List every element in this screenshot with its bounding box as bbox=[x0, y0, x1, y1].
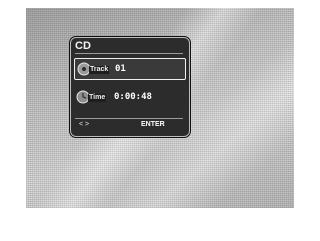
time-label: Time bbox=[88, 94, 107, 102]
menu-footer: < > ENTER bbox=[75, 118, 183, 131]
track-value: 01 bbox=[115, 64, 126, 74]
cd-search-menu: CD Track 01 Time 0:00:48 < > ENTER bbox=[70, 37, 190, 137]
time-value: 0:00:48 bbox=[114, 92, 152, 102]
time-row[interactable]: Time 0:00:48 bbox=[74, 87, 184, 107]
tv-screen: CD Track 01 Time 0:00:48 < > ENTER bbox=[26, 8, 294, 208]
enter-hint[interactable]: ENTER bbox=[141, 120, 165, 130]
left-right-arrows: < > bbox=[79, 121, 90, 128]
track-label: Track bbox=[89, 66, 110, 74]
track-row[interactable]: Track 01 bbox=[74, 58, 186, 80]
menu-title: CD bbox=[75, 40, 183, 54]
